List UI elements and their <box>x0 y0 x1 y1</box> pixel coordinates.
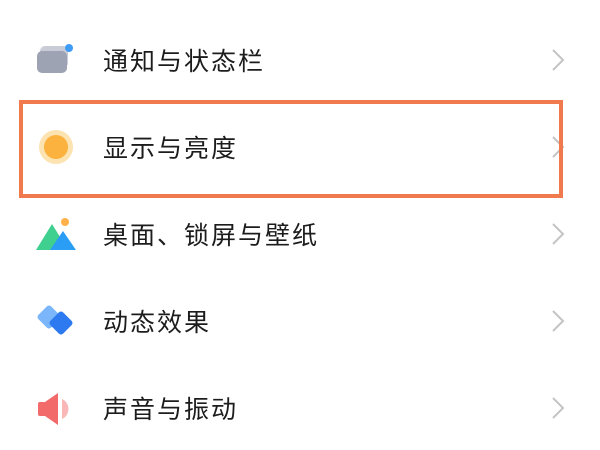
chevron-right-icon <box>549 307 567 335</box>
settings-item-display-brightness[interactable]: 显示与亮度 <box>0 103 600 191</box>
settings-item-wallpaper[interactable]: 桌面、锁屏与壁纸 <box>0 190 600 278</box>
wallpaper-mountain-icon <box>32 210 80 258</box>
settings-item-label: 通知与状态栏 <box>103 47 266 76</box>
notification-status-bar-icon <box>32 36 80 84</box>
chevron-right-icon <box>549 46 567 74</box>
settings-item-label: 动态效果 <box>103 308 212 337</box>
chevron-right-icon <box>549 220 567 248</box>
settings-list: 通知与状态栏 显示与亮度 桌面、锁屏与壁纸 动态效果 声音与振动 <box>0 0 600 450</box>
chevron-right-icon <box>549 133 567 161</box>
settings-item-label: 声音与振动 <box>103 395 239 424</box>
settings-item-animation[interactable]: 动态效果 <box>0 277 600 365</box>
speaker-sound-icon <box>32 384 80 432</box>
settings-item-label: 桌面、锁屏与壁纸 <box>103 221 320 250</box>
chevron-right-icon <box>549 394 567 422</box>
settings-item-notifications[interactable]: 通知与状态栏 <box>0 16 600 104</box>
settings-item-label: 显示与亮度 <box>103 134 239 163</box>
animation-diamond-icon <box>32 297 80 345</box>
settings-item-sound[interactable]: 声音与振动 <box>0 364 600 450</box>
display-brightness-icon <box>32 123 80 171</box>
